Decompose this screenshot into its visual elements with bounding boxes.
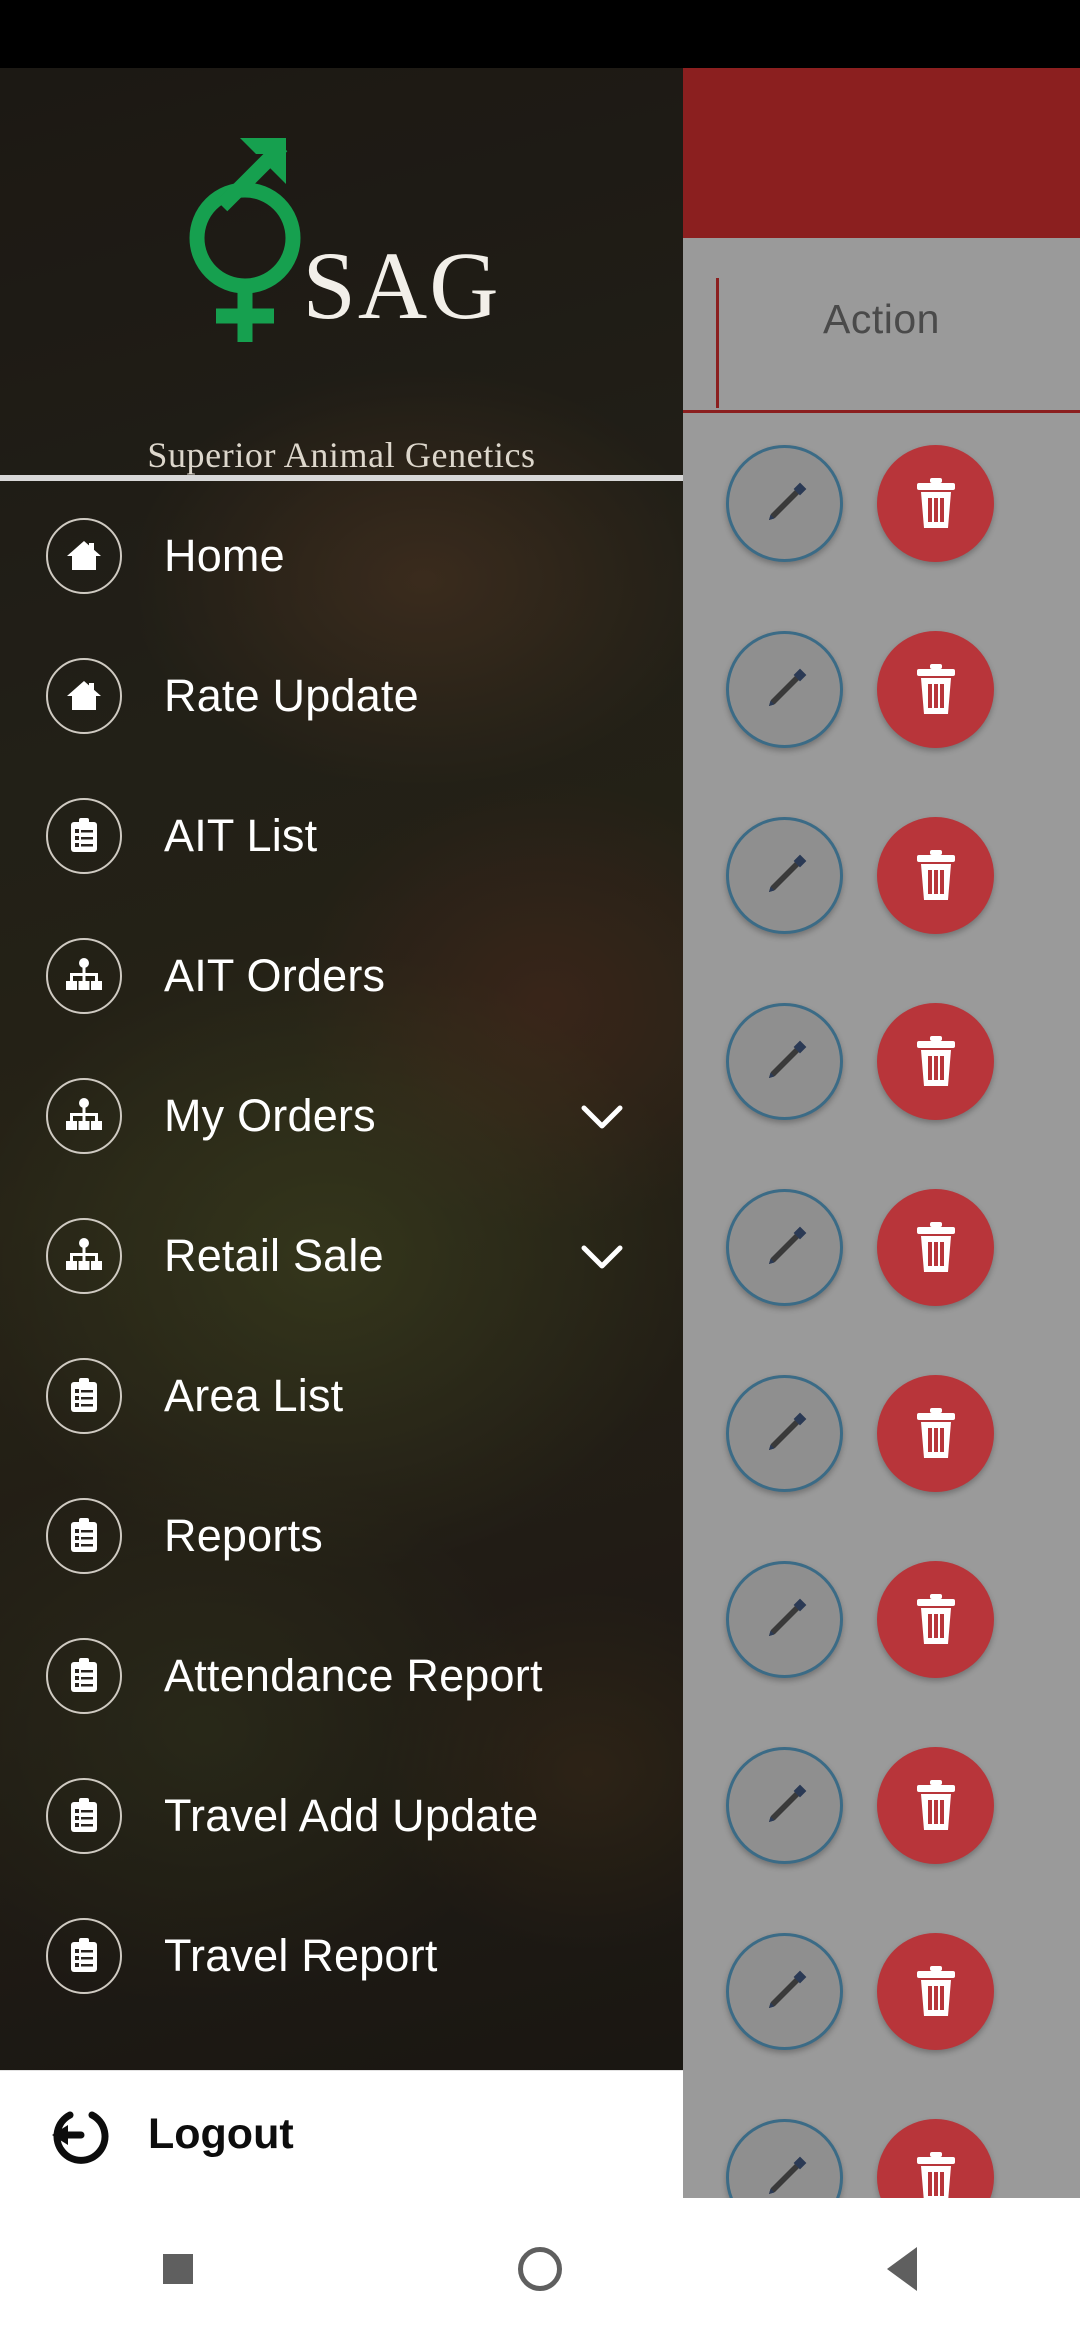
logout-label: Logout: [148, 2110, 294, 2158]
home-icon-wrap: [46, 658, 122, 734]
clipboard-list-icon-wrap: [46, 1358, 122, 1434]
system-nav-bar: [0, 2198, 1080, 2340]
clipboard-list-icon: [71, 1518, 97, 1552]
home-circle-icon[interactable]: [517, 2247, 562, 2291]
navigation-drawer: SAG Superior Animal Genetics Home Rate Up…: [0, 68, 683, 2198]
sidebar-item-attendance-report[interactable]: Attendance Report: [0, 1606, 683, 1746]
phone-screen: Action SAG Superior Animal Genetics Home…: [0, 0, 1080, 2340]
sidebar-item-label: Retail Sale: [164, 1230, 384, 1281]
sidebar-item-rate-update[interactable]: Rate Update: [0, 626, 683, 766]
brand-name: SAG: [302, 232, 501, 339]
clipboard-list-icon-wrap: [46, 1918, 122, 1994]
sidebar-item-my-orders[interactable]: My Orders: [0, 1046, 683, 1186]
status-bar: [0, 0, 1080, 68]
chevron-down-icon[interactable]: [579, 1241, 625, 1271]
sidebar-item-ait-orders[interactable]: AIT Orders: [0, 906, 683, 1046]
sitemap-icon: [66, 1098, 102, 1130]
sidebar-item-label: Area List: [164, 1370, 344, 1421]
brand-logo: SAG: [0, 128, 683, 348]
sidebar-item-label: My Orders: [164, 1090, 376, 1141]
brand-tagline: Superior Animal Genetics: [147, 435, 536, 475]
clipboard-list-icon-wrap: [46, 1498, 122, 1574]
clipboard-list-icon: [71, 1798, 97, 1832]
sidebar-item-label: Rate Update: [164, 670, 419, 721]
clipboard-list-icon: [71, 1938, 97, 1972]
logout-icon: [48, 2102, 114, 2168]
sidebar-item-label: AIT List: [164, 810, 318, 861]
gender-combined-icon: [189, 138, 301, 342]
sidebar-item-travel-report[interactable]: Travel Report: [0, 1886, 683, 2026]
sidebar-item-retail-sale[interactable]: Retail Sale: [0, 1186, 683, 1326]
sidebar-item-ait-list[interactable]: AIT List: [0, 766, 683, 906]
clipboard-list-icon-wrap: [46, 1638, 122, 1714]
sitemap-icon-wrap: [46, 938, 122, 1014]
drawer-menu: Home Rate Update AIT List AIT Orders My Orde…: [0, 476, 683, 2026]
sidebar-item-travel-add-update[interactable]: Travel Add Update: [0, 1746, 683, 1886]
sidebar-item-label: Reports: [164, 1510, 323, 1561]
clipboard-list-icon: [71, 1378, 97, 1412]
clipboard-list-icon: [71, 1658, 97, 1692]
sitemap-icon: [66, 1238, 102, 1270]
logout-button[interactable]: Logout: [0, 2070, 683, 2198]
home-icon: [67, 681, 101, 710]
sidebar-item-reports[interactable]: Reports: [0, 1466, 683, 1606]
sidebar-item-label: Travel Report: [164, 1930, 438, 1981]
clipboard-list-icon-wrap: [46, 798, 122, 874]
back-triangle-icon[interactable]: [887, 2247, 918, 2291]
recent-apps-icon[interactable]: [162, 2254, 193, 2284]
sidebar-item-label: Attendance Report: [164, 1650, 543, 1701]
drawer-header: SAG Superior Animal Genetics: [0, 68, 683, 481]
clipboard-list-icon: [71, 818, 97, 852]
sidebar-item-label: Home: [164, 530, 285, 581]
sitemap-icon-wrap: [46, 1218, 122, 1294]
sidebar-item-label: AIT Orders: [164, 950, 386, 1001]
home-icon-wrap: [46, 518, 122, 594]
sidebar-item-area-list[interactable]: Area List: [0, 1326, 683, 1466]
sidebar-item-label: Travel Add Update: [164, 1790, 539, 1841]
sitemap-icon-wrap: [46, 1078, 122, 1154]
sitemap-icon: [66, 958, 102, 990]
home-icon: [67, 541, 101, 570]
clipboard-list-icon-wrap: [46, 1778, 122, 1854]
sidebar-item-home[interactable]: Home: [0, 486, 683, 626]
chevron-down-icon[interactable]: [579, 1101, 625, 1131]
